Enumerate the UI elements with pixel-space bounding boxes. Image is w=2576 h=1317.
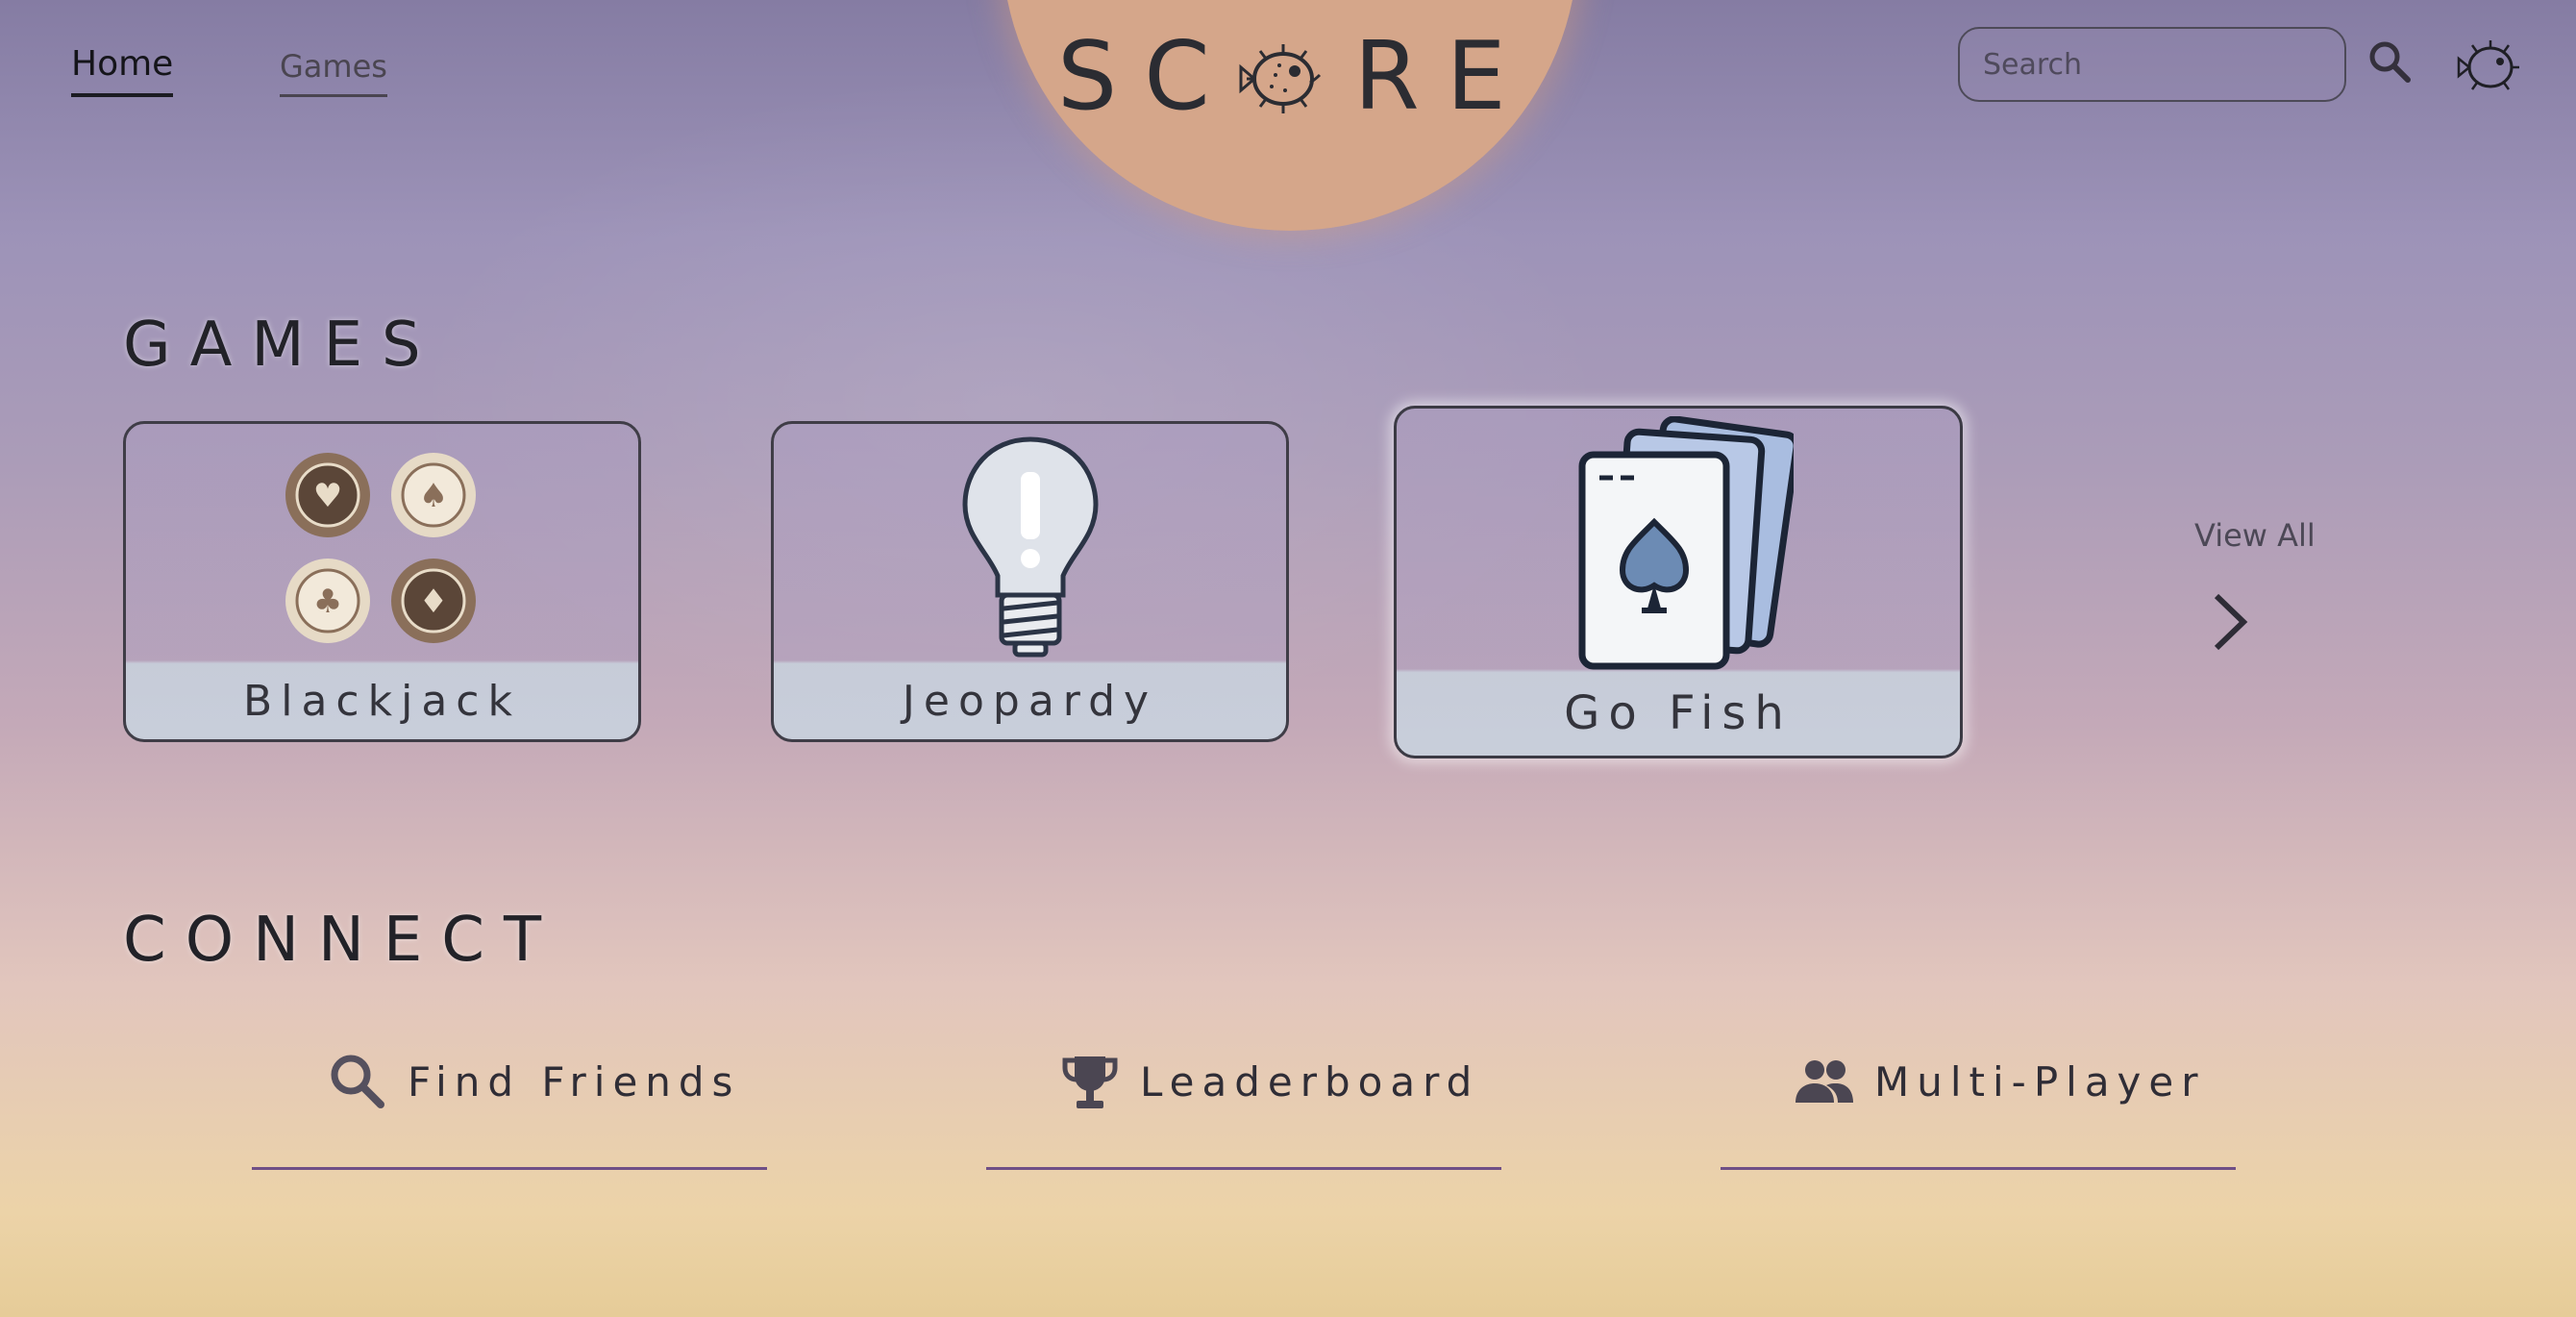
score-logo[interactable]: SC RE: [1057, 19, 1533, 135]
svg-text:♦: ♦: [418, 583, 447, 621]
game-card-blackjack[interactable]: ♥ ♠ ♣ ♦ Blackjack: [123, 421, 641, 742]
card-label-go-fish: Go Fish: [1564, 686, 1793, 740]
connect-leaderboard[interactable]: Leaderboard: [1059, 1048, 1479, 1115]
pufferfish-icon: [1239, 44, 1321, 113]
svg-text:♣: ♣: [312, 583, 341, 621]
svg-text:♠: ♠: [418, 477, 447, 515]
logo-text-end: RE: [1353, 22, 1533, 132]
people-icon: [1796, 1060, 1853, 1103]
connect-underline-leaderboard: [986, 1167, 1501, 1170]
nav-home[interactable]: Home: [71, 44, 174, 97]
connect-underline-find-friends: [252, 1167, 767, 1170]
connect-label-find-friends: Find Friends: [408, 1057, 741, 1106]
card-label-blackjack: Blackjack: [243, 677, 521, 726]
logo-text-start: SC: [1057, 22, 1237, 132]
chevron-right-icon[interactable]: [2205, 588, 2253, 656]
search-input[interactable]: [1958, 27, 2346, 102]
svg-text:♥: ♥: [312, 477, 341, 515]
connect-underline-multi-player: [1721, 1167, 2236, 1170]
nav-games[interactable]: Games: [280, 48, 387, 97]
connect-title: CONNECT: [123, 905, 561, 976]
search-icon: [331, 1055, 384, 1108]
game-card-jeopardy[interactable]: Jeopardy: [771, 421, 1289, 742]
connect-find-friends[interactable]: Find Friends: [327, 1048, 740, 1115]
connect-multi-player[interactable]: Multi-Player: [1794, 1048, 2206, 1115]
search-icon[interactable]: [2366, 38, 2413, 85]
poker-chips-icon: ♥ ♠ ♣ ♦: [285, 453, 476, 643]
connect-label-leaderboard: Leaderboard: [1140, 1057, 1480, 1106]
pufferfish-avatar-icon[interactable]: [2456, 37, 2523, 96]
games-title: GAMES: [123, 310, 440, 381]
connect-label-multi-player: Multi-Player: [1874, 1057, 2206, 1106]
game-card-go-fish[interactable]: Go Fish: [1394, 406, 1963, 758]
playing-cards-icon: [1578, 416, 1794, 670]
lightbulb-icon: [961, 436, 1099, 658]
view-all-link[interactable]: View All: [2194, 517, 2316, 554]
trophy-icon: [1062, 1056, 1118, 1108]
card-label-jeopardy: Jeopardy: [902, 677, 1158, 726]
